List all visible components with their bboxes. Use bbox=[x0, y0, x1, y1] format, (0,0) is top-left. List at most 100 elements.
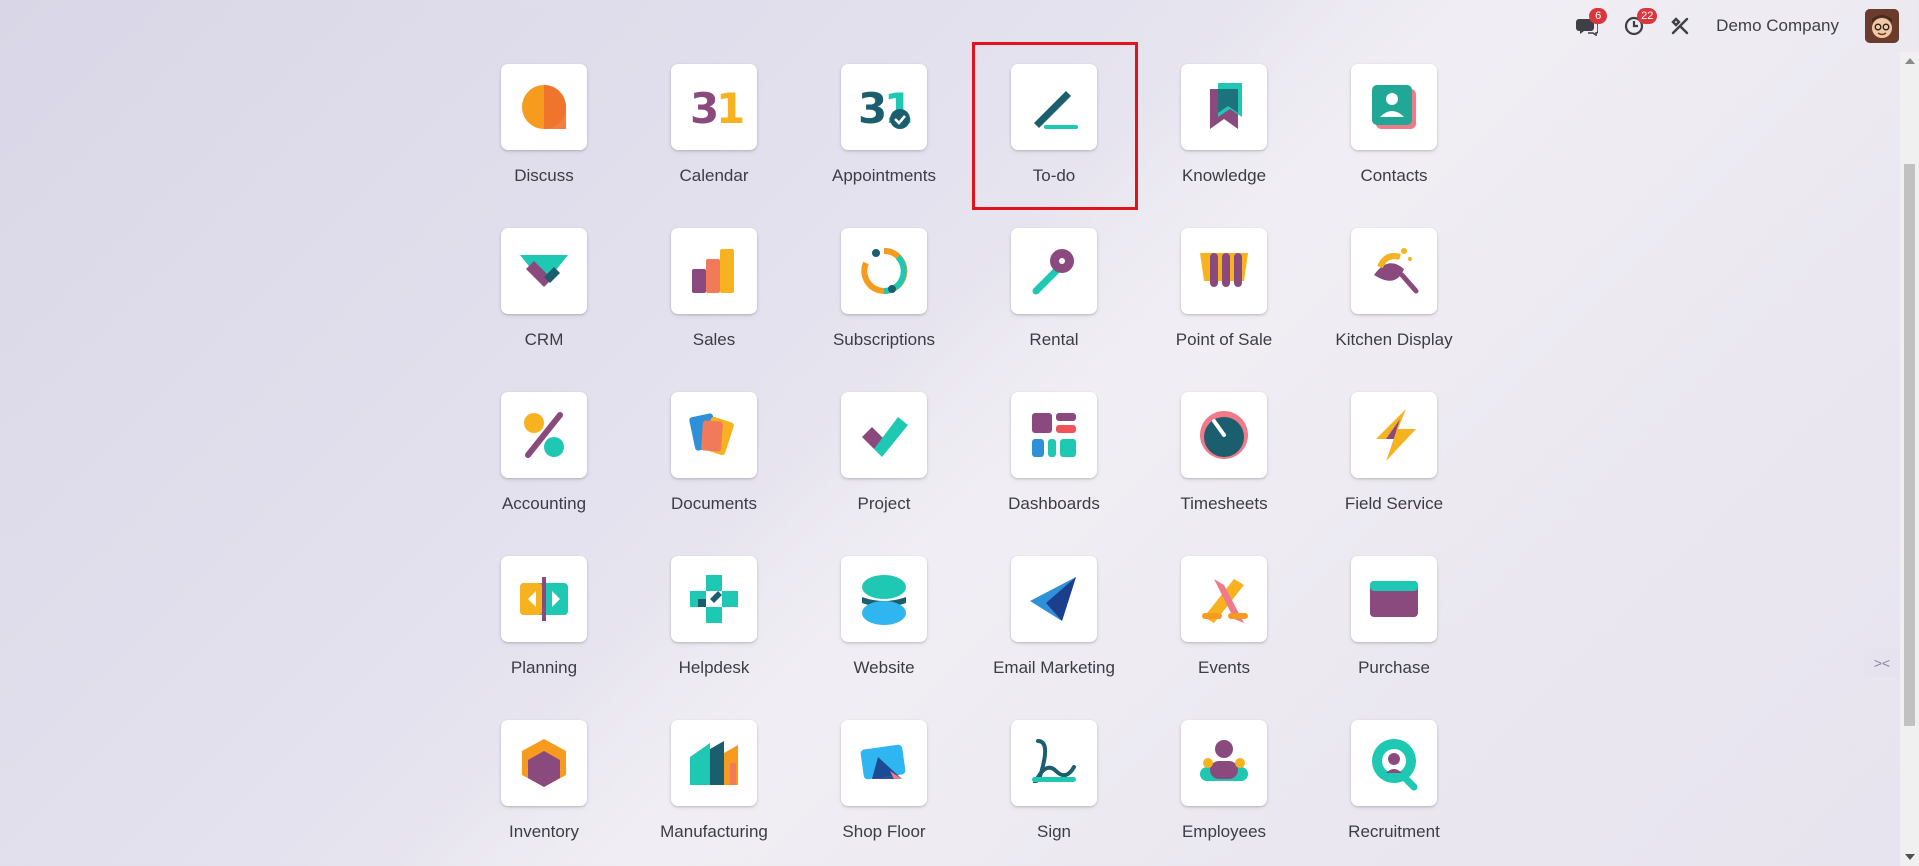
app-label: Calendar bbox=[679, 166, 749, 185]
app-field-service[interactable]: Field Service bbox=[1309, 384, 1479, 548]
dashboards-icon[interactable] bbox=[1011, 392, 1097, 478]
events-icon[interactable] bbox=[1181, 556, 1267, 642]
app-label: Inventory bbox=[509, 822, 579, 841]
avatar-image bbox=[1865, 9, 1899, 43]
app-knowledge[interactable]: Knowledge bbox=[1139, 56, 1309, 220]
app-point-of-sale[interactable]: Point of Sale bbox=[1139, 220, 1309, 384]
app-documents[interactable]: Documents bbox=[629, 384, 799, 548]
activity-menu[interactable]: 22 bbox=[1624, 8, 1658, 36]
app-label: Contacts bbox=[1360, 166, 1428, 185]
app-timesheets[interactable]: Timesheets bbox=[1139, 384, 1309, 548]
app-label: Dashboards bbox=[1008, 494, 1100, 513]
app-todo[interactable]: To-do bbox=[969, 42, 1139, 220]
app-purchase[interactable]: Purchase bbox=[1309, 548, 1479, 712]
app-label: Accounting bbox=[501, 494, 587, 513]
app-shop-floor[interactable]: Shop Floor bbox=[799, 712, 969, 866]
app-label: Field Service bbox=[1344, 494, 1444, 513]
user-avatar[interactable] bbox=[1865, 9, 1899, 43]
messages-menu[interactable]: 6 bbox=[1576, 8, 1608, 36]
app-label: Point of Sale bbox=[1175, 330, 1273, 349]
app-dashboards[interactable]: Dashboards bbox=[969, 384, 1139, 548]
app-discuss[interactable]: Discuss bbox=[459, 56, 629, 220]
app-label: Knowledge bbox=[1181, 166, 1267, 185]
app-sign[interactable]: Sign bbox=[969, 712, 1139, 866]
field-service-icon[interactable] bbox=[1351, 392, 1437, 478]
app-crm[interactable]: CRM bbox=[459, 220, 629, 384]
top-navbar: 6 22 Demo Company bbox=[0, 0, 1919, 52]
manufacturing-icon[interactable] bbox=[671, 720, 757, 806]
subscriptions-icon[interactable] bbox=[841, 228, 927, 314]
project-icon[interactable] bbox=[841, 392, 927, 478]
app-contacts[interactable]: Contacts bbox=[1309, 56, 1479, 220]
app-helpdesk[interactable]: Helpdesk bbox=[629, 548, 799, 712]
app-label: Timesheets bbox=[1180, 494, 1268, 513]
company-switcher[interactable]: Demo Company bbox=[1716, 16, 1839, 36]
calendar-icon[interactable]: 31 bbox=[671, 64, 757, 150]
app-events[interactable]: Events bbox=[1139, 548, 1309, 712]
app-appointments[interactable]: 3 1 Appointments bbox=[799, 56, 969, 220]
side-panel-toggle[interactable]: >< bbox=[1864, 648, 1900, 678]
app-label: Subscriptions bbox=[832, 330, 936, 349]
scrollbar[interactable] bbox=[1900, 52, 1919, 866]
app-accounting[interactable]: Accounting bbox=[459, 384, 629, 548]
app-subscriptions[interactable]: Subscriptions bbox=[799, 220, 969, 384]
app-label: Shop Floor bbox=[842, 822, 926, 841]
app-label: Recruitment bbox=[1348, 822, 1440, 841]
app-label: Sales bbox=[692, 330, 736, 349]
app-sales[interactable]: Sales bbox=[629, 220, 799, 384]
kitchen-display-icon[interactable] bbox=[1351, 228, 1437, 314]
app-grid: Discuss 3 1 Calendar 3 1 Appointments To-do Know… bbox=[459, 42, 1479, 866]
sales-icon[interactable] bbox=[671, 228, 757, 314]
scroll-up-arrow-icon[interactable] bbox=[1905, 58, 1915, 64]
collapse-arrows-icon: >< bbox=[1873, 655, 1891, 671]
svg-text:3: 3 bbox=[858, 84, 887, 133]
contacts-icon[interactable] bbox=[1351, 64, 1437, 150]
company-name: Demo Company bbox=[1716, 16, 1839, 35]
activity-badge: 22 bbox=[1637, 8, 1658, 24]
appointments-icon[interactable]: 31 bbox=[841, 64, 927, 150]
app-recruitment[interactable]: Recruitment bbox=[1309, 712, 1479, 866]
app-label: Events bbox=[1198, 658, 1250, 677]
crm-icon[interactable] bbox=[501, 228, 587, 314]
svg-text:1: 1 bbox=[716, 84, 744, 133]
app-manufacturing[interactable]: Manufacturing bbox=[629, 712, 799, 866]
todo-icon[interactable] bbox=[1011, 64, 1097, 150]
debug-tools[interactable] bbox=[1670, 16, 1690, 36]
timesheets-icon[interactable] bbox=[1181, 392, 1267, 478]
app-planning[interactable]: Planning bbox=[459, 548, 629, 712]
app-label: Manufacturing bbox=[660, 822, 768, 841]
app-label: Discuss bbox=[514, 166, 574, 185]
inventory-icon[interactable] bbox=[501, 720, 587, 806]
point-of-sale-icon[interactable] bbox=[1181, 228, 1267, 314]
app-label: Helpdesk bbox=[678, 658, 750, 677]
app-employees[interactable]: Employees bbox=[1139, 712, 1309, 866]
scroll-thumb[interactable] bbox=[1904, 164, 1915, 726]
app-inventory[interactable]: Inventory bbox=[459, 712, 629, 866]
app-kitchen-display[interactable]: Kitchen Display bbox=[1309, 220, 1479, 384]
svg-text:3: 3 bbox=[690, 84, 719, 133]
app-email-marketing[interactable]: Email Marketing bbox=[969, 548, 1139, 712]
sign-icon[interactable] bbox=[1011, 720, 1097, 806]
discuss-icon[interactable] bbox=[501, 64, 587, 150]
app-rental[interactable]: Rental bbox=[969, 220, 1139, 384]
planning-icon[interactable] bbox=[501, 556, 587, 642]
documents-icon[interactable] bbox=[671, 392, 757, 478]
scroll-down-arrow-icon[interactable] bbox=[1905, 854, 1915, 860]
app-label: Appointments bbox=[832, 166, 936, 185]
rental-icon[interactable] bbox=[1011, 228, 1097, 314]
website-icon[interactable] bbox=[841, 556, 927, 642]
app-project[interactable]: Project bbox=[799, 384, 969, 548]
recruitment-icon[interactable] bbox=[1351, 720, 1437, 806]
email-marketing-icon[interactable] bbox=[1011, 556, 1097, 642]
shop-floor-icon[interactable] bbox=[841, 720, 927, 806]
purchase-icon[interactable] bbox=[1351, 556, 1437, 642]
app-label: Purchase bbox=[1358, 658, 1430, 677]
app-website[interactable]: Website bbox=[799, 548, 969, 712]
knowledge-icon[interactable] bbox=[1181, 64, 1267, 150]
messages-badge: 6 bbox=[1589, 8, 1608, 24]
employees-icon[interactable] bbox=[1181, 720, 1267, 806]
helpdesk-icon[interactable] bbox=[671, 556, 757, 642]
app-calendar[interactable]: 3 1 Calendar bbox=[629, 56, 799, 220]
app-label: Employees bbox=[1181, 822, 1267, 841]
accounting-icon[interactable] bbox=[501, 392, 587, 478]
